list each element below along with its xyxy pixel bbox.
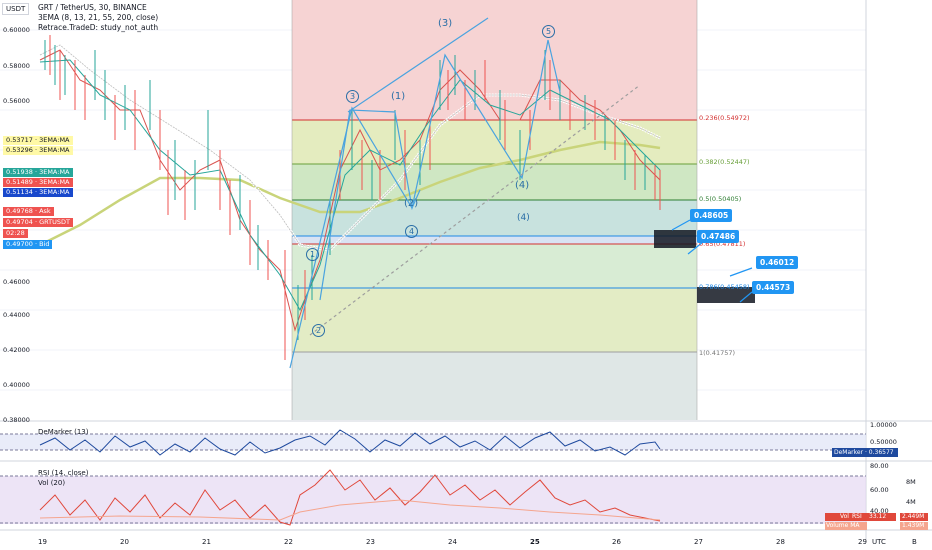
volma-tag-value: 1.439M [902,522,925,529]
xtick: 26 [612,538,621,546]
legend-retrace[interactable]: Retrace.TradeD: study_not_auth [38,23,158,33]
rsi-scale-60: 60.00 [870,486,889,494]
vol-tag-value: 2.449M [902,513,925,520]
fib-retracement-zones[interactable] [291,0,698,420]
vol-scale-8m: 8M [906,478,916,486]
wave-4-circ: 4 [405,225,418,238]
tag-ema-3: 0.51938 · 3EMA:MA [3,168,73,177]
tag-ema-4: 0.51489 · 3EMA:MA [3,178,73,187]
rsi-tag-label: RSI [852,513,862,520]
vol-scale-4m: 4M [906,498,916,506]
timezone-label[interactable]: UTC [872,538,886,546]
wave-5-circ: 5 [542,25,555,38]
wave-2-paren: (2) [404,198,419,209]
tag-ask: 0.49768 · Ask [3,207,54,216]
demarker-pane[interactable] [0,429,866,456]
legend-ema[interactable]: 3EMA (8, 13, 21, 55, 200, close) [38,13,158,23]
xtick: 21 [202,538,211,546]
callout-1[interactable]: 0.48605 [690,209,733,222]
price-tick: 0.40000 [3,381,30,389]
fib-0236: 0.236(0.54972) [699,114,750,122]
rsi-tag-value: 33.12 [869,513,887,520]
demarker-title[interactable]: DeMarker (13) [38,428,89,436]
wave-4-paren: (4) [515,180,530,191]
rsi-volume-pane[interactable] [0,469,866,526]
symbol-box[interactable]: USDT [2,3,30,15]
tag-bid: 0.49700 · Bid [3,240,53,249]
vol-title[interactable]: Vol (20) [38,479,65,487]
wave-2-circ: 2 [312,324,325,337]
callout-3[interactable]: 0.46012 [756,256,799,269]
xtick: 23 [366,538,375,546]
price-tick: 0.58000 [3,62,30,70]
target-box-1 [654,230,696,248]
rsi-scale-80: 80.00 [870,462,889,470]
xtick: 27 [694,538,703,546]
fib-05: 0.5(0.50405) [699,195,742,203]
price-tick: 0.60000 [3,26,30,34]
fib-1: 1(0.41757) [699,349,736,357]
fib-0382: 0.382(0.52447) [699,158,750,166]
scale-mode-button[interactable]: B [912,538,917,546]
legend-symbol[interactable]: GRT / TetherUS, 30, BINANCE [38,3,158,13]
tag-last: 0.49704 · GRTUSDT [3,218,73,227]
trading-chart[interactable] [0,0,932,550]
xtick: 28 [776,538,785,546]
price-tick: 0.38000 [3,416,30,424]
tag-ema-1: 0.53717 · 3EMA:MA [3,136,73,145]
vol-tag-label: Vol [840,513,849,520]
rsi-title[interactable]: RSI (14, close) [38,469,88,477]
price-tick: 0.46000 [3,278,30,286]
wave-1-paren: (1) [391,91,406,102]
callout-2[interactable]: 0.47486 [697,230,740,243]
xtick: 25 [530,538,540,546]
price-tick: 0.56000 [3,97,30,105]
wave-3-circ: 3 [346,90,359,103]
demarker-scale-1: 1.00000 [870,421,897,429]
price-tick: 0.44000 [3,311,30,319]
xtick: 22 [284,538,293,546]
price-tick: 0.42000 [3,346,30,354]
chart-legend: GRT / TetherUS, 30, BINANCE 3EMA (8, 13,… [38,3,158,33]
xtick: 19 [38,538,47,546]
wave-4-paren-2: (4) [517,213,530,223]
wave-3-paren: (3) [438,18,453,29]
tag-ema-2: 0.53296 · 3EMA:MA [3,146,73,155]
demarker-tag: DeMarker · 0.36577 [834,449,894,456]
fib-0786: 0.786(0.45458) [699,283,750,291]
xtick: 20 [120,538,129,546]
wave-1-circ: 1 [306,248,319,261]
demarker-scale-05: 0.50000 [870,438,897,446]
callout-4[interactable]: 0.44573 [752,281,795,294]
volma-tag-label: Volume MA [826,522,860,529]
xtick: 24 [448,538,457,546]
tag-countdown: 02:28 [3,229,28,238]
xtick: 29 [858,538,867,546]
tag-ema-5: 0.51134 · 3EMA:MA [3,188,73,197]
